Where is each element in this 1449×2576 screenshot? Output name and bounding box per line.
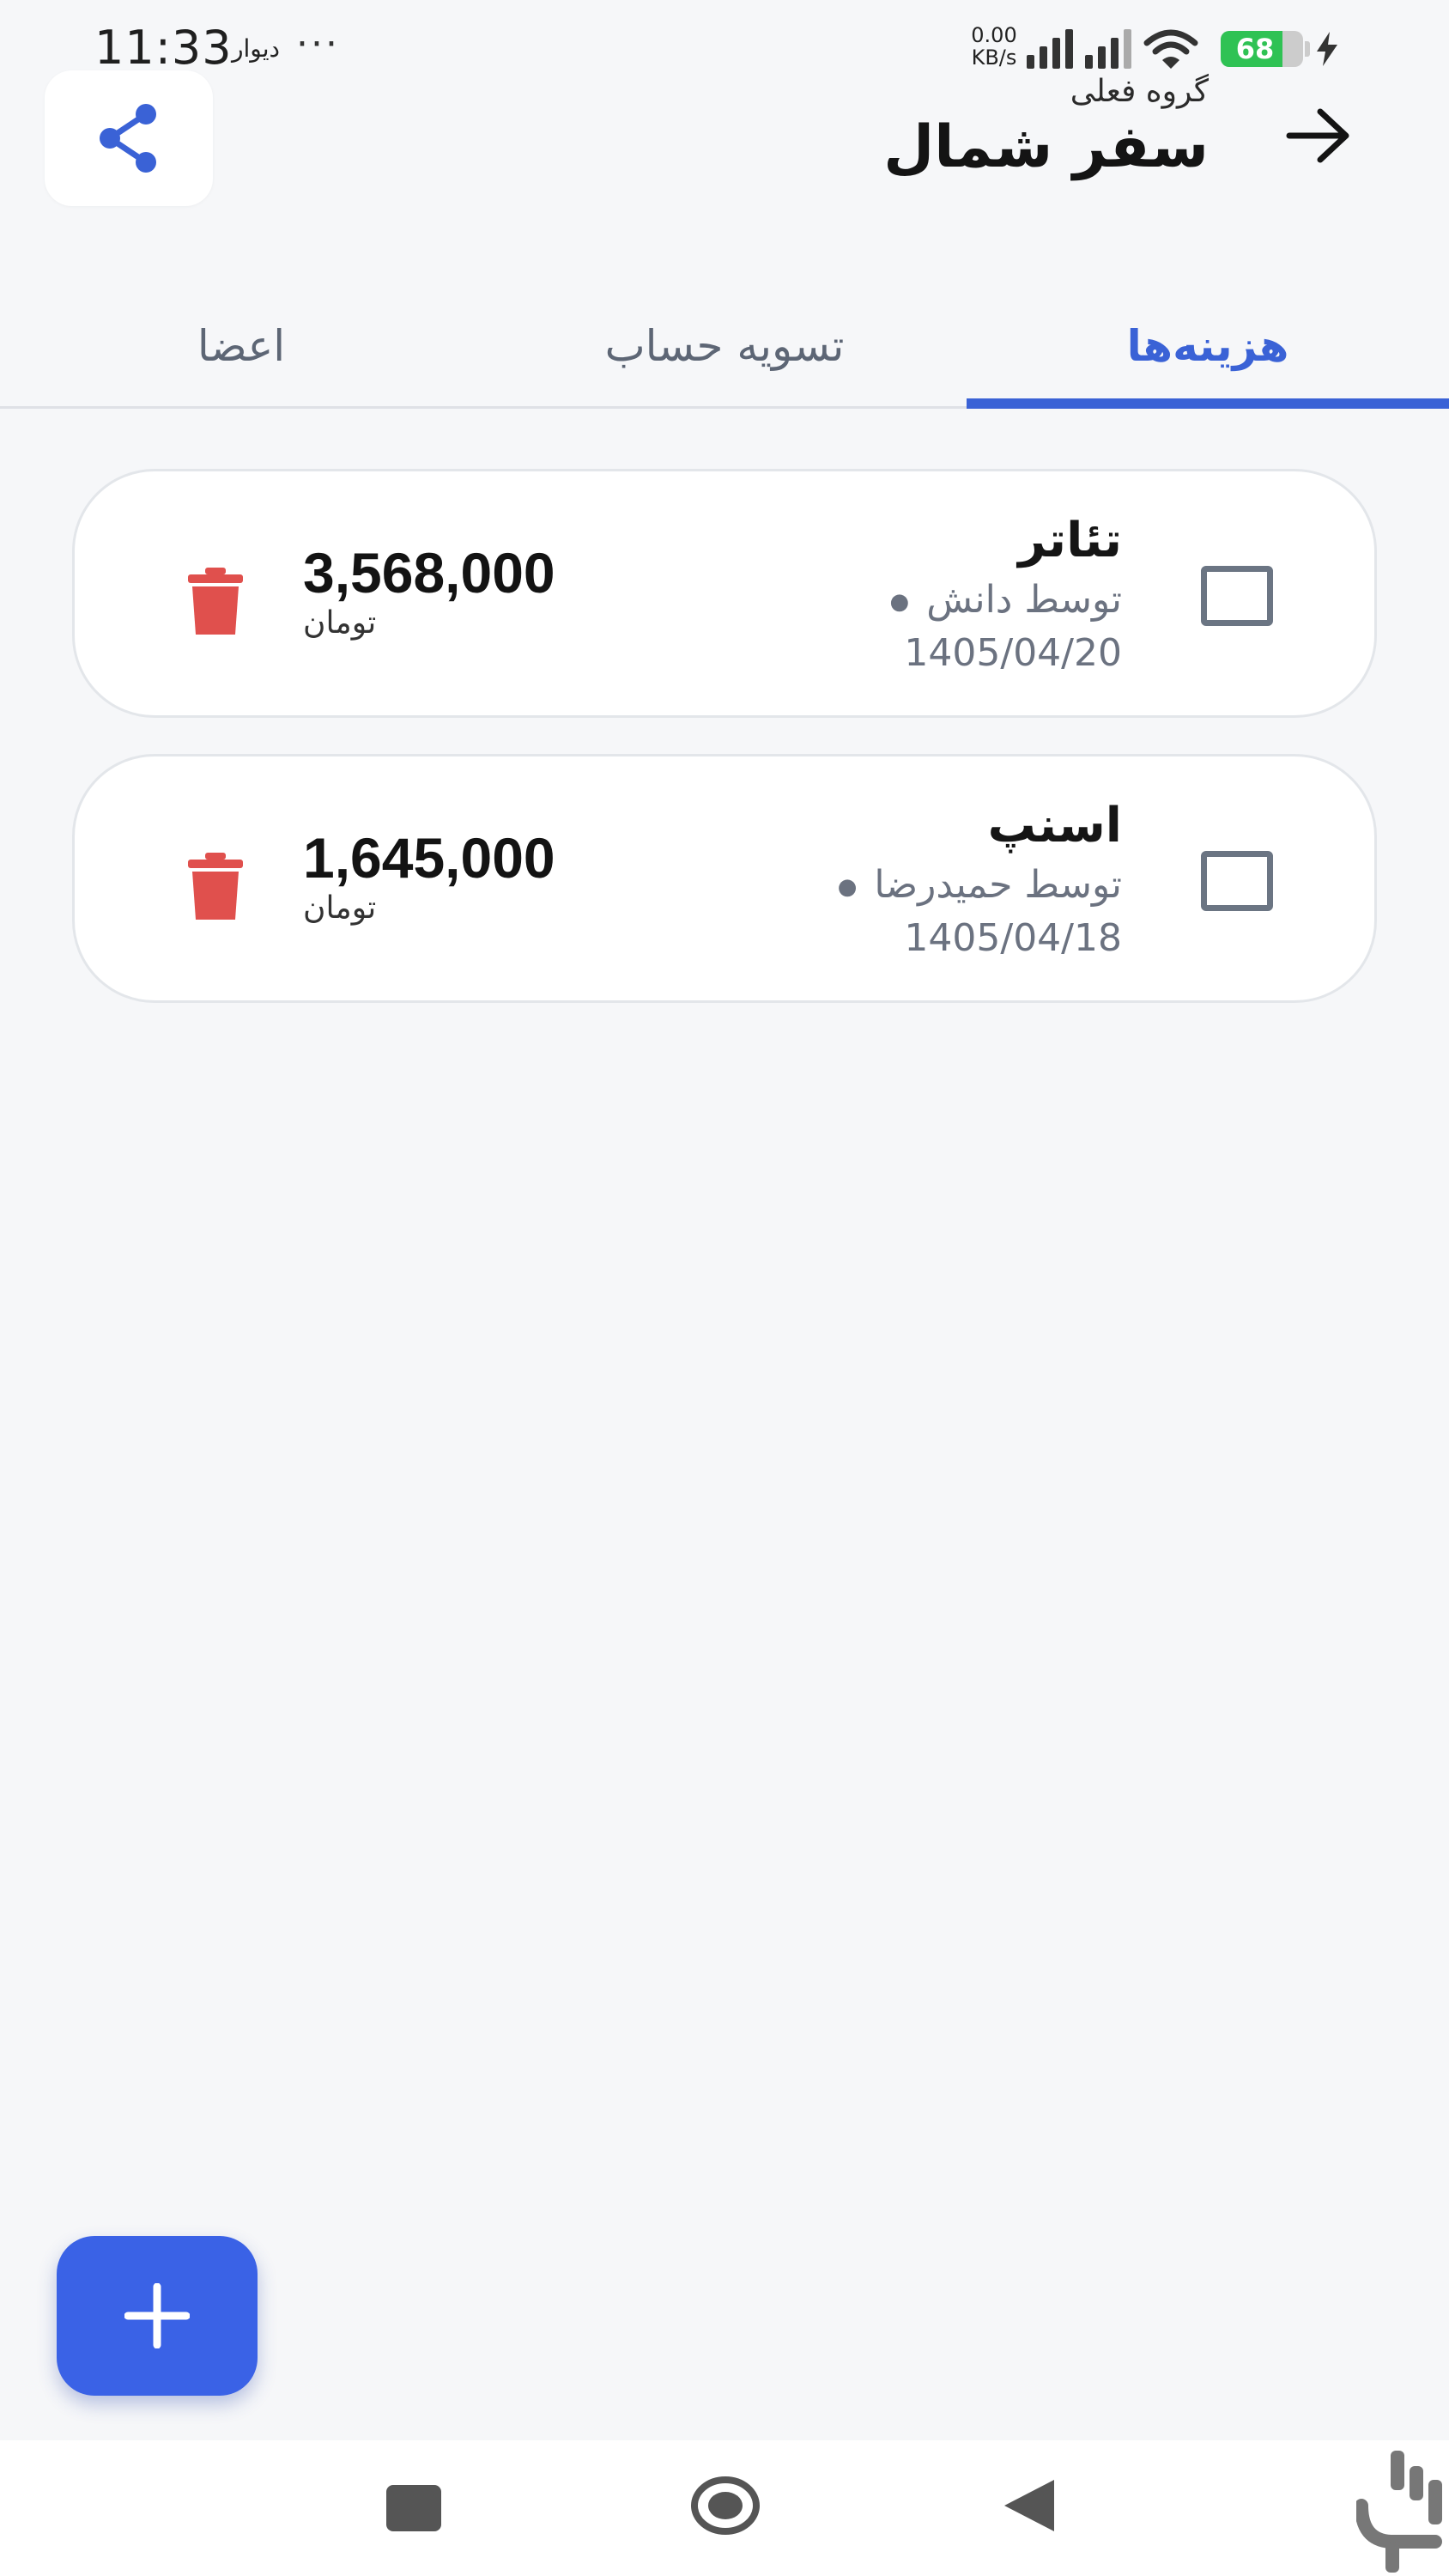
group-name: سفر شمال (883, 113, 1209, 181)
expense-payer: توسط حمیدرضا● (837, 863, 1122, 907)
expense-amount: 1,645,000 (303, 826, 555, 890)
expense-title: اسنپ (987, 798, 1122, 854)
nav-back-button[interactable] (1001, 2476, 1056, 2535)
expense-amount: 3,568,000 (303, 541, 555, 605)
plus-icon (124, 2283, 190, 2348)
expense-date: 1405/04/20 (904, 631, 1122, 675)
expense-payer: توسط دانش● (889, 578, 1122, 622)
status-more-dots: ··· (296, 22, 340, 66)
expense-checkbox[interactable] (1201, 566, 1273, 626)
watermark-logo-icon (1356, 2451, 1442, 2573)
expense-payer-text: توسط حمیدرضا (874, 863, 1122, 907)
expense-currency: تومان (303, 890, 377, 926)
network-speed-value: 0.00 (971, 23, 1017, 47)
status-indicators: 68 (1027, 29, 1339, 69)
current-group-label: گروه فعلی (1070, 74, 1209, 109)
signal-2-icon (1085, 29, 1131, 69)
expense-payer-text: توسط دانش (926, 578, 1122, 622)
battery-level: 68 (1235, 33, 1275, 65)
status-time: 11:33 (94, 21, 233, 75)
status-bar: 11:33 دیوار ··· 0.00 KB/s 68 (0, 0, 1449, 94)
expense-title: تئاتر (1018, 513, 1122, 568)
expense-card[interactable]: تئاتر توسط دانش● 1405/04/20 3,568,000 تو… (72, 469, 1377, 718)
expense-date: 1405/04/18 (904, 916, 1122, 960)
back-button[interactable] (1277, 94, 1360, 177)
charging-icon (1317, 32, 1337, 66)
trash-icon[interactable] (188, 853, 243, 920)
expense-card[interactable]: اسنپ توسط حمیدرضا● 1405/04/18 1,645,000 … (72, 754, 1377, 1003)
network-speed-unit: KB/s (971, 46, 1017, 70)
add-expense-button[interactable] (57, 2236, 258, 2396)
expense-checkbox[interactable] (1201, 851, 1273, 911)
nav-home-button[interactable] (690, 2475, 761, 2537)
wifi-icon (1143, 29, 1198, 69)
expense-currency: تومان (303, 605, 377, 641)
share-button[interactable] (45, 70, 213, 206)
network-speed: 0.00 KB/s (960, 24, 1028, 69)
tab-settlement[interactable]: تسویه حساب (483, 283, 966, 409)
status-app-label: دیوار (232, 34, 281, 63)
tab-expenses[interactable]: هزینه‌ها (967, 283, 1449, 409)
tab-bar: اعضا تسویه حساب هزینه‌ها (0, 283, 1449, 409)
share-icon (100, 104, 156, 173)
tab-members[interactable]: اعضا (0, 283, 482, 409)
battery-icon: 68 (1221, 31, 1310, 67)
system-nav-bar (0, 2440, 1449, 2576)
active-tab-indicator (967, 398, 1449, 409)
nav-square-button[interactable] (386, 2485, 441, 2531)
arrow-right-icon (1286, 108, 1349, 163)
signal-1-icon (1027, 29, 1073, 69)
trash-icon[interactable] (188, 568, 243, 635)
